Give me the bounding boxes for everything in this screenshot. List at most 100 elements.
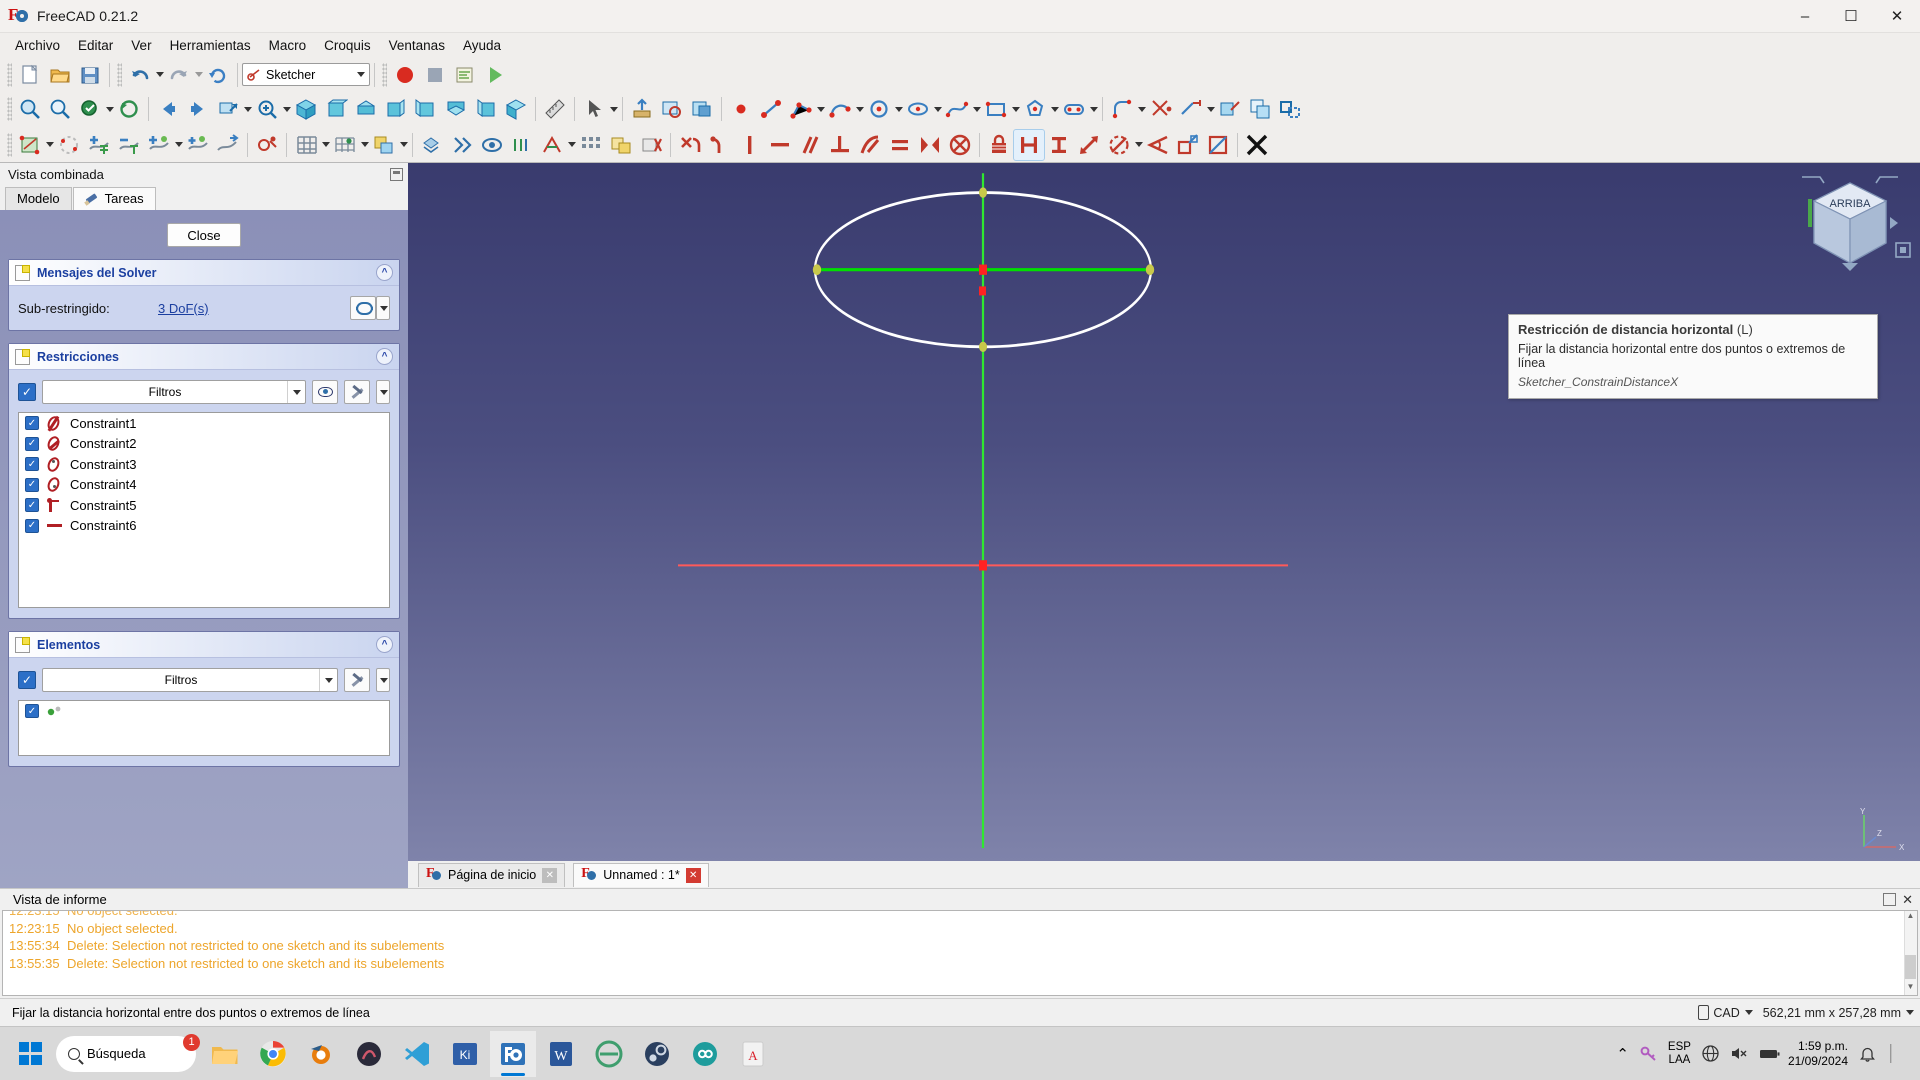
view-front-icon[interactable]	[321, 94, 351, 124]
sketch-trim-icon[interactable]	[1146, 94, 1176, 124]
list-item[interactable]: ✓ Constraint6	[19, 516, 389, 537]
elements-settings-button[interactable]	[344, 668, 370, 692]
fit-all-icon[interactable]	[213, 94, 243, 124]
taskbar-green-app[interactable]	[586, 1031, 632, 1077]
start-button[interactable]	[6, 1032, 54, 1076]
constraint-toggle-driving-icon[interactable]	[1173, 130, 1203, 160]
elements-settings-dropdown[interactable]	[376, 668, 390, 692]
constraints-select-all-checkbox[interactable]: ✓	[18, 383, 36, 401]
constraint-horizontal-icon[interactable]	[765, 130, 795, 160]
measure-icon[interactable]	[540, 94, 570, 124]
select-pointer-icon[interactable]	[579, 94, 609, 124]
constraint-delete-all-icon[interactable]	[636, 130, 666, 160]
constraint-checkbox[interactable]: ✓	[25, 457, 39, 472]
close-task-button[interactable]: Close	[167, 223, 241, 247]
sketch-polyline-dropdown-icon[interactable]	[817, 106, 825, 112]
selection-filter-dropdown-icon[interactable]	[106, 106, 114, 112]
workbench-dropdown-icon[interactable]	[357, 72, 365, 77]
constraint-tangent-icon[interactable]	[855, 130, 885, 160]
navigation-cube[interactable]: ARRIBA	[1794, 171, 1906, 283]
toggle-snap-dropdown-icon[interactable]	[361, 142, 369, 147]
elements-header[interactable]: Elementos ^	[9, 632, 399, 658]
constraint-equal-icon[interactable]	[885, 130, 915, 160]
view-right-icon[interactable]	[381, 94, 411, 124]
taskbar-file-explorer[interactable]	[202, 1031, 248, 1077]
constraint-checkbox[interactable]: ✓	[25, 477, 39, 492]
sketch-polyline-icon[interactable]	[786, 94, 816, 124]
tray-key-icon[interactable]	[1639, 1044, 1658, 1063]
constraint-hide-icon[interactable]	[507, 130, 537, 160]
solver-messages-header[interactable]: Mensajes del Solver ^	[9, 260, 399, 286]
macro-edit-icon[interactable]	[450, 60, 480, 90]
selection-filter-icon[interactable]	[75, 94, 105, 124]
sketch-mirror-icon[interactable]	[114, 130, 144, 160]
constraint-parallel-icon[interactable]	[795, 130, 825, 160]
language-indicator[interactable]: ESP LAA	[1668, 1041, 1691, 1067]
view-left-icon[interactable]	[471, 94, 501, 124]
std-view-fit-icon[interactable]	[657, 94, 687, 124]
view-bottom-icon[interactable]	[441, 94, 471, 124]
sketch-carbon-copy-icon[interactable]	[1245, 94, 1275, 124]
open-document-icon[interactable]	[45, 60, 75, 90]
taskbar-freecad[interactable]	[490, 1030, 536, 1077]
view-axonometric-icon[interactable]	[501, 94, 531, 124]
taskbar-infinity-app[interactable]	[682, 1031, 728, 1077]
save-document-icon[interactable]	[75, 60, 105, 90]
sketch-polygon-icon[interactable]	[1020, 94, 1050, 124]
menu-macro[interactable]: Macro	[260, 35, 316, 56]
constraint-auto-icon[interactable]	[537, 130, 567, 160]
sketch-extend-icon[interactable]	[1176, 94, 1206, 124]
sketch-conic-icon[interactable]	[903, 94, 933, 124]
sketch-extend-dropdown-icon[interactable]	[1207, 106, 1215, 112]
sketch-add-geometry-dropdown-icon[interactable]	[175, 142, 183, 147]
toolbar-grip[interactable]	[7, 62, 12, 87]
sketch-slot-dropdown-icon[interactable]	[1090, 106, 1098, 112]
menu-editar[interactable]: Editar	[69, 35, 122, 56]
sketch-edit-dropdown-icon[interactable]	[46, 142, 54, 147]
sketch-toggle-construction-icon[interactable]	[1275, 94, 1305, 124]
menu-herramientas[interactable]: Herramientas	[161, 35, 260, 56]
sketch-external-geometry-icon[interactable]	[1215, 94, 1245, 124]
constraint-rectangular-array-icon[interactable]	[576, 130, 606, 160]
view-top-icon[interactable]	[351, 94, 381, 124]
scroll-down-icon[interactable]: ▼	[1905, 982, 1916, 995]
show-desktop-icon[interactable]	[1887, 1044, 1906, 1063]
maximize-button[interactable]: ☐	[1828, 0, 1874, 33]
render-order-dropdown-icon[interactable]	[400, 142, 408, 147]
toggle-snap-icon[interactable]	[330, 130, 360, 160]
sketch-conic-dropdown-icon[interactable]	[934, 106, 942, 112]
chevron-down-icon[interactable]	[319, 669, 337, 691]
taskbar-blender[interactable]	[298, 1031, 344, 1077]
element-checkbox[interactable]: ✓	[25, 704, 39, 719]
zoom-selection-icon[interactable]	[45, 94, 75, 124]
menu-croquis[interactable]: Croquis	[315, 35, 380, 56]
visual-layer-icon[interactable]	[417, 130, 447, 160]
report-close-icon[interactable]: ✕	[1902, 893, 1913, 906]
toggle-grid-icon[interactable]	[291, 130, 321, 160]
document-tab-unnamed[interactable]: F Unnamed : 1* ✕	[573, 862, 709, 887]
constraint-distance-icon[interactable]	[1074, 130, 1104, 160]
elements-select-all-checkbox[interactable]: ✓	[18, 671, 36, 689]
taskbar-steam[interactable]	[634, 1031, 680, 1077]
network-icon[interactable]	[1701, 1044, 1720, 1063]
constraint-checkbox[interactable]: ✓	[25, 498, 39, 513]
list-item[interactable]: ✓	[19, 701, 389, 722]
zoom-dropdown-icon[interactable]	[283, 106, 291, 112]
close-tab-icon[interactable]: ✕	[542, 867, 558, 883]
close-button[interactable]: ✕	[1874, 0, 1920, 33]
constraint-horizontal-distance-icon[interactable]	[1013, 128, 1045, 161]
chevron-down-icon[interactable]	[1906, 1010, 1914, 1015]
sketch-circle-dropdown-icon[interactable]	[895, 106, 903, 112]
report-log[interactable]: 12:23:15 No object selected. 12:23:15 No o…	[2, 910, 1918, 996]
constraint-vertical-distance-icon[interactable]	[1044, 130, 1074, 160]
toolbar-grip-macro[interactable]	[382, 62, 387, 87]
elements-list[interactable]: ✓	[18, 700, 390, 756]
constraints-filter-combo[interactable]: Filtros	[42, 380, 306, 404]
select-dropdown-icon[interactable]	[610, 106, 618, 112]
sketch-polygon-dropdown-icon[interactable]	[1051, 106, 1059, 112]
sketch-rectangle-dropdown-icon[interactable]	[1012, 106, 1020, 112]
redo-dropdown-icon[interactable]	[195, 72, 203, 77]
std-clipping-icon[interactable]	[687, 94, 717, 124]
taskbar-kicad[interactable]: Ki	[442, 1031, 488, 1077]
taskbar-google-chrome[interactable]	[250, 1031, 296, 1077]
